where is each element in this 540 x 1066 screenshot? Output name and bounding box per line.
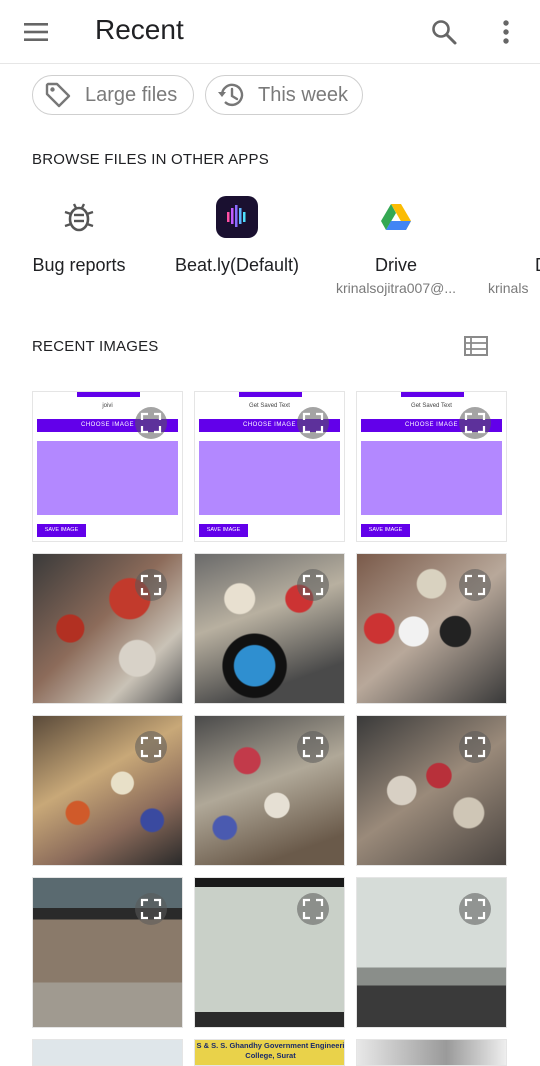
expand-icon[interactable] [459, 407, 491, 439]
app-name: D [473, 255, 540, 276]
chip-this-week[interactable]: This week [205, 75, 363, 115]
thumbnail-text: S & S. S. Ghandhy Government Engineeri [196, 1041, 345, 1050]
bug-icon [64, 203, 94, 232]
image-thumbnail[interactable] [356, 877, 507, 1028]
expand-icon[interactable] [459, 569, 491, 601]
expand-icon[interactable] [297, 569, 329, 601]
app-name: Bug reports [32, 255, 126, 275]
beatly-app-icon [216, 196, 258, 238]
image-thumbnail[interactable] [194, 715, 345, 866]
image-thumbnail[interactable]: Get Saved Text CHOOSE IMAGE SAVE IMAGE [356, 391, 507, 542]
expand-icon[interactable] [459, 731, 491, 763]
image-thumbnail[interactable]: joivi CHOOSE IMAGE SAVE IMAGE [32, 391, 183, 542]
tag-icon [45, 82, 71, 108]
image-thumbnail[interactable] [356, 553, 507, 704]
image-thumbnail[interactable] [32, 877, 183, 1028]
app-beatly[interactable]: Beat.ly(Default) [157, 195, 317, 276]
image-thumbnail[interactable] [32, 553, 183, 704]
app-partial[interactable]: D krinals [473, 195, 540, 296]
screenshot-save-label: SAVE IMAGE [37, 524, 86, 537]
image-thumbnail[interactable] [194, 877, 345, 1028]
chip-large-files[interactable]: Large files [32, 75, 194, 115]
more-options-icon[interactable] [494, 18, 518, 46]
app-bug-reports[interactable]: Bug reports [0, 195, 159, 276]
image-thumbnail[interactable]: Get Saved Text CHOOSE IMAGE SAVE IMAGE [194, 391, 345, 542]
recent-images-title: RECENT IMAGES [32, 338, 159, 355]
image-thumbnail[interactable] [32, 715, 183, 866]
list-view-icon[interactable] [464, 336, 488, 356]
expand-icon[interactable] [297, 407, 329, 439]
search-icon[interactable] [430, 18, 458, 46]
expand-icon[interactable] [297, 731, 329, 763]
expand-icon[interactable] [135, 731, 167, 763]
screenshot-save-label: SAVE IMAGE [199, 524, 248, 537]
app-drive[interactable]: Drive krinalsojitra007@... [316, 195, 476, 296]
image-thumbnail[interactable] [32, 1039, 183, 1066]
expand-icon[interactable] [135, 893, 167, 925]
history-icon [218, 83, 244, 107]
image-thumbnail[interactable] [194, 553, 345, 704]
image-thumbnail[interactable] [356, 715, 507, 866]
screenshot-save-label: SAVE IMAGE [361, 524, 410, 537]
page-title: Recent [95, 14, 184, 45]
app-account: krinals [488, 280, 529, 296]
screenshot-caption: joivi [102, 403, 113, 409]
app-name: Beat.ly(Default) [174, 255, 300, 275]
expand-icon[interactable] [459, 893, 491, 925]
expand-icon[interactable] [135, 407, 167, 439]
image-thumbnail[interactable] [356, 1039, 507, 1066]
screenshot-caption: Get Saved Text [411, 403, 452, 409]
app-name: Drive [374, 255, 417, 275]
screenshot-caption: Get Saved Text [249, 403, 290, 409]
expand-icon[interactable] [297, 893, 329, 925]
image-thumbnail[interactable]: S & S. S. Ghandhy Government Engineeri C… [194, 1039, 345, 1066]
thumbnail-text: College, Surat [245, 1051, 296, 1060]
app-bar: Recent [0, 0, 540, 64]
google-drive-icon [381, 204, 411, 230]
chip-label: Large files [85, 83, 178, 106]
expand-icon[interactable] [135, 569, 167, 601]
chip-label: This week [258, 83, 349, 106]
browse-section-title: BROWSE FILES IN OTHER APPS [32, 151, 269, 168]
app-account: krinalsojitra007@... [335, 280, 457, 296]
menu-icon[interactable] [22, 20, 50, 44]
